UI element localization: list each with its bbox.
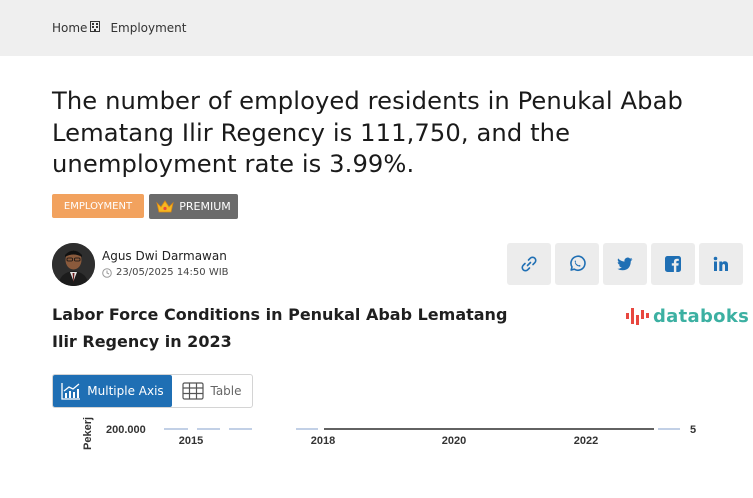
databoks-logo-mark bbox=[626, 308, 649, 325]
x-tick-label: 2015 bbox=[179, 435, 203, 447]
linkedin-icon bbox=[713, 256, 728, 271]
author-block: Agus Dwi Darmawan 23/05/2025 14:50 WIB bbox=[52, 243, 229, 286]
x-tick-label: 2018 bbox=[311, 435, 335, 447]
link-icon bbox=[521, 256, 537, 272]
publish-date: 23/05/2025 14:50 WIB bbox=[102, 267, 229, 278]
whatsapp-share-button[interactable] bbox=[555, 243, 599, 285]
table-tab[interactable]: Table bbox=[172, 375, 252, 407]
employment-tag[interactable]: EMPLOYMENT bbox=[52, 194, 144, 218]
page-title: The number of employed residents in Penu… bbox=[52, 87, 683, 178]
clock-icon bbox=[102, 267, 112, 278]
line-chart-icon bbox=[61, 383, 81, 400]
y-tick-label: 200.000 bbox=[106, 424, 146, 436]
breadcrumb-employment-link[interactable]: Employment bbox=[110, 21, 186, 35]
author-name[interactable]: Agus Dwi Darmawan bbox=[102, 249, 229, 263]
databoks-logo[interactable]: databoks bbox=[626, 305, 749, 327]
chart-title: Labor Force Conditions in Penukal Abab L… bbox=[52, 305, 508, 351]
premium-badge[interactable]: PREMIUM bbox=[149, 194, 238, 219]
chart-svg: Pekerj 200.000 5 2015 2018 2020 2022 bbox=[82, 417, 696, 450]
facebook-share-button[interactable] bbox=[651, 243, 695, 285]
x-tick-label: 2020 bbox=[442, 435, 466, 447]
x-tick-label: 2022 bbox=[574, 435, 598, 447]
multiple-axis-tab[interactable]: Multiple Axis bbox=[53, 375, 172, 407]
x-axis-ticks: 2015 2018 2020 2022 bbox=[179, 435, 598, 447]
y-axis-title: Pekerj bbox=[82, 417, 94, 450]
linkedin-share-button[interactable] bbox=[699, 243, 743, 285]
chart-area[interactable]: Pekerj 200.000 5 2015 2018 2020 2022 bbox=[52, 410, 753, 460]
premium-label: PREMIUM bbox=[179, 200, 231, 213]
table-icon bbox=[182, 382, 205, 400]
facebook-icon bbox=[665, 256, 681, 272]
multiple-axis-label: Multiple Axis bbox=[87, 384, 164, 398]
chart-view-toggle: Multiple Axis Table bbox=[52, 374, 253, 408]
twitter-share-button[interactable] bbox=[603, 243, 647, 285]
crown-icon bbox=[156, 200, 174, 213]
twitter-icon bbox=[617, 257, 633, 271]
tag-row: EMPLOYMENT PREMIUM bbox=[52, 194, 238, 219]
breadcrumb: Home Employment bbox=[52, 20, 187, 35]
avatar[interactable] bbox=[52, 243, 95, 286]
breadcrumb-bar: Home Employment bbox=[0, 0, 753, 56]
share-buttons bbox=[507, 243, 747, 285]
date-text: 23/05/2025 14:50 WIB bbox=[116, 267, 229, 278]
table-label: Table bbox=[210, 384, 242, 398]
right-axis-tick-label: 5 bbox=[690, 424, 696, 436]
whatsapp-icon bbox=[570, 255, 586, 272]
copy-link-button[interactable] bbox=[507, 243, 551, 285]
building-icon bbox=[90, 20, 101, 32]
breadcrumb-home-link[interactable]: Home bbox=[52, 21, 87, 35]
author-info: Agus Dwi Darmawan 23/05/2025 14:50 WIB bbox=[102, 249, 229, 278]
databoks-logo-text: databoks bbox=[653, 305, 750, 327]
